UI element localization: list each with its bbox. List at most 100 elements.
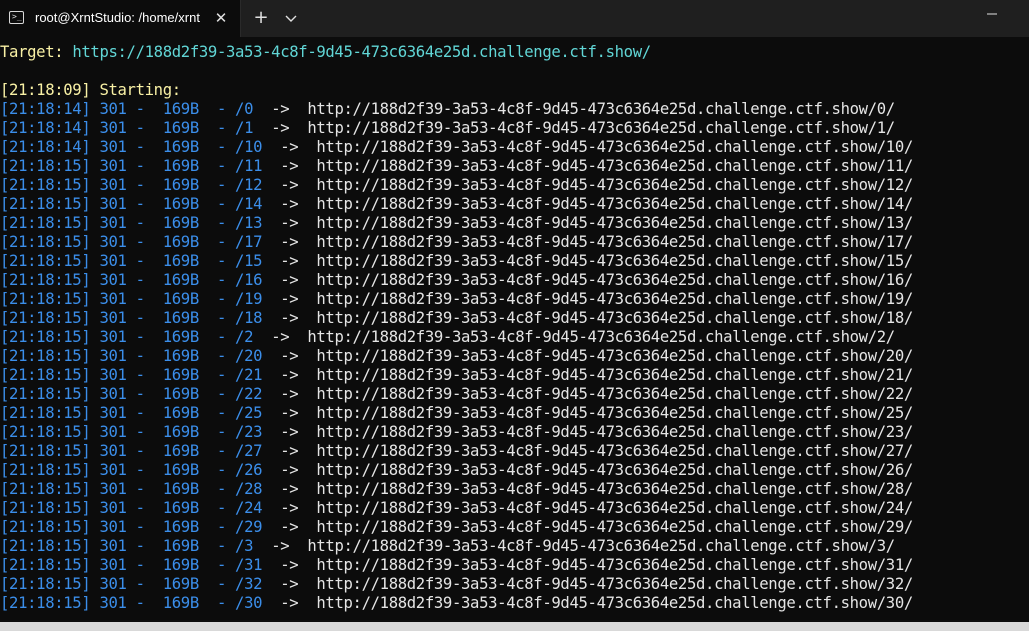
- row-path: /26: [235, 461, 263, 479]
- row-status: 301: [99, 138, 127, 156]
- result-row: [21:18:15] 301 - 169B - /15 -> http://18…: [0, 252, 913, 270]
- row-status: 301: [99, 252, 127, 270]
- row-arrow: ->: [280, 518, 299, 536]
- result-row: [21:18:14] 301 - 169B - /10 -> http://18…: [0, 138, 913, 156]
- row-size: 169B: [162, 499, 200, 517]
- row-arrow: ->: [271, 100, 290, 118]
- row-status: 301: [99, 290, 127, 308]
- row-url: http://188d2f39-3a53-4c8f-9d45-473c6364e…: [316, 385, 913, 403]
- row-size: 169B: [162, 138, 200, 156]
- row-url: http://188d2f39-3a53-4c8f-9d45-473c6364e…: [316, 157, 913, 175]
- result-row: [21:18:15] 301 - 169B - /13 -> http://18…: [0, 214, 913, 232]
- result-row: [21:18:15] 301 - 169B - /20 -> http://18…: [0, 347, 913, 365]
- row-size: 169B: [162, 442, 200, 460]
- row-path: /25: [235, 404, 263, 422]
- row-path: /27: [235, 442, 263, 460]
- row-time: [21:18:15]: [0, 385, 91, 403]
- row-arrow: ->: [280, 157, 299, 175]
- row-time: [21:18:15]: [0, 309, 91, 327]
- row-time: [21:18:15]: [0, 366, 91, 384]
- result-row: [21:18:15] 301 - 169B - /18 -> http://18…: [0, 309, 913, 327]
- row-size: 169B: [162, 309, 200, 327]
- row-time: [21:18:15]: [0, 461, 91, 479]
- row-status: 301: [99, 233, 127, 251]
- terminal-output[interactable]: Target: https://188d2f39-3a53-4c8f-9d45-…: [0, 38, 1029, 622]
- row-time: [21:18:14]: [0, 138, 91, 156]
- result-row: [21:18:15] 301 - 169B - /28 -> http://18…: [0, 480, 913, 498]
- row-url: http://188d2f39-3a53-4c8f-9d45-473c6364e…: [316, 499, 913, 517]
- row-status: 301: [99, 309, 127, 327]
- plus-icon[interactable]: +: [249, 8, 273, 28]
- row-time: [21:18:15]: [0, 252, 91, 270]
- result-row: [21:18:15] 301 - 169B - /24 -> http://18…: [0, 499, 913, 517]
- result-row: [21:18:14] 301 - 169B - /0 -> http://188…: [0, 100, 895, 118]
- row-size: 169B: [162, 366, 200, 384]
- chevron-down-icon[interactable]: [281, 8, 301, 28]
- row-url: http://188d2f39-3a53-4c8f-9d45-473c6364e…: [316, 594, 913, 612]
- row-time: [21:18:15]: [0, 214, 91, 232]
- row-arrow: ->: [280, 195, 299, 213]
- row-arrow: ->: [280, 499, 299, 517]
- row-arrow: ->: [280, 271, 299, 289]
- row-size: 169B: [162, 119, 200, 137]
- row-time: [21:18:15]: [0, 271, 91, 289]
- scrollbar[interactable]: [1020, 38, 1029, 622]
- row-url: http://188d2f39-3a53-4c8f-9d45-473c6364e…: [316, 290, 913, 308]
- result-row: [21:18:15] 301 - 169B - /32 -> http://18…: [0, 575, 913, 593]
- close-icon[interactable]: ✕: [211, 8, 231, 28]
- row-size: 169B: [162, 404, 200, 422]
- row-size: 169B: [162, 423, 200, 441]
- row-size: 169B: [162, 214, 200, 232]
- row-status: 301: [99, 499, 127, 517]
- row-url: http://188d2f39-3a53-4c8f-9d45-473c6364e…: [316, 138, 913, 156]
- row-url: http://188d2f39-3a53-4c8f-9d45-473c6364e…: [307, 119, 895, 137]
- result-row: [21:18:15] 301 - 169B - /23 -> http://18…: [0, 423, 913, 441]
- result-row: [21:18:15] 301 - 169B - /27 -> http://18…: [0, 442, 913, 460]
- row-arrow: ->: [280, 347, 299, 365]
- start-text: Starting:: [99, 81, 181, 99]
- row-time: [21:18:15]: [0, 556, 91, 574]
- row-url: http://188d2f39-3a53-4c8f-9d45-473c6364e…: [316, 518, 913, 536]
- result-row: [21:18:15] 301 - 169B - /11 -> http://18…: [0, 157, 913, 175]
- tab-title: root@XrntStudio: /home/xrnt: [35, 10, 200, 25]
- row-status: 301: [99, 214, 127, 232]
- row-status: 301: [99, 176, 127, 194]
- row-path: /16: [235, 271, 263, 289]
- row-status: 301: [99, 271, 127, 289]
- result-row: [21:18:15] 301 - 169B - /29 -> http://18…: [0, 518, 913, 536]
- row-size: 169B: [162, 594, 200, 612]
- row-url: http://188d2f39-3a53-4c8f-9d45-473c6364e…: [316, 461, 913, 479]
- row-path: /2: [235, 328, 254, 346]
- row-url: http://188d2f39-3a53-4c8f-9d45-473c6364e…: [316, 252, 913, 270]
- row-path: /12: [235, 176, 263, 194]
- row-size: 169B: [162, 100, 200, 118]
- row-url: http://188d2f39-3a53-4c8f-9d45-473c6364e…: [316, 575, 913, 593]
- row-path: /3: [235, 537, 254, 555]
- row-time: [21:18:15]: [0, 518, 91, 536]
- row-arrow: ->: [280, 233, 299, 251]
- terminal-icon: >_: [9, 11, 24, 24]
- row-status: 301: [99, 195, 127, 213]
- row-status: 301: [99, 537, 127, 555]
- row-size: 169B: [162, 385, 200, 403]
- row-size: 169B: [162, 480, 200, 498]
- result-row: [21:18:15] 301 - 169B - /26 -> http://18…: [0, 461, 913, 479]
- row-status: 301: [99, 347, 127, 365]
- row-time: [21:18:15]: [0, 499, 91, 517]
- row-status: 301: [99, 385, 127, 403]
- row-arrow: ->: [280, 252, 299, 270]
- row-size: 169B: [162, 157, 200, 175]
- row-time: [21:18:15]: [0, 195, 91, 213]
- row-path: /21: [235, 366, 263, 384]
- result-row: [21:18:15] 301 - 169B - /19 -> http://18…: [0, 290, 913, 308]
- row-size: 169B: [162, 271, 200, 289]
- row-arrow: ->: [280, 309, 299, 327]
- minimize-icon[interactable]: [982, 4, 1002, 24]
- result-row: [21:18:15] 301 - 169B - /17 -> http://18…: [0, 233, 913, 251]
- row-status: 301: [99, 575, 127, 593]
- row-time: [21:18:15]: [0, 347, 91, 365]
- row-time: [21:18:15]: [0, 423, 91, 441]
- row-status: 301: [99, 518, 127, 536]
- terminal-tab[interactable]: >_ root@XrntStudio: /home/xrnt ✕: [0, 0, 241, 37]
- row-path: /29: [235, 518, 263, 536]
